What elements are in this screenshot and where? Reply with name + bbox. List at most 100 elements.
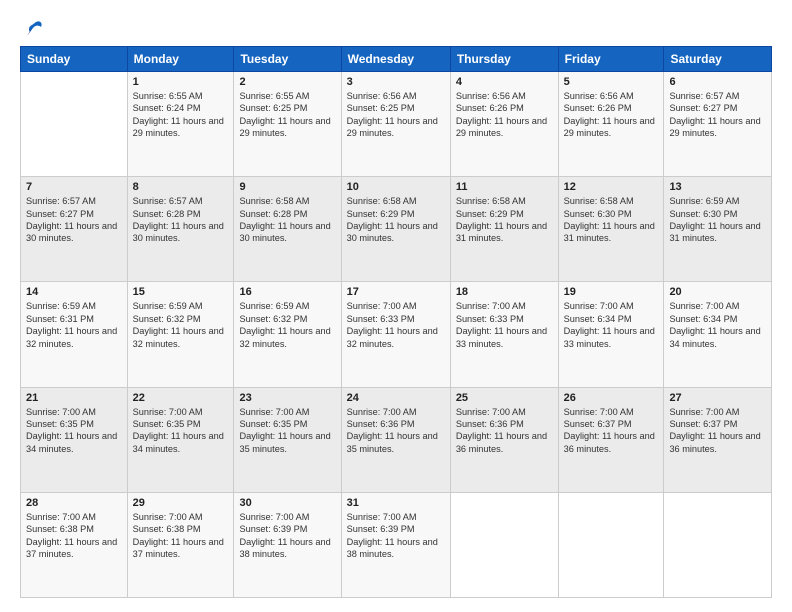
week-row-5: 28 Sunrise: 7:00 AMSunset: 6:38 PMDayligh… bbox=[21, 492, 772, 597]
table-row: 30Sunrise: 7:00 AMSunset: 6:39 PMDayligh… bbox=[234, 492, 341, 597]
day-number: 21 bbox=[26, 392, 122, 404]
day-number: 6 bbox=[669, 76, 766, 88]
table-row: 1Sunrise: 6:55 AMSunset: 6:24 PMDaylight… bbox=[127, 72, 234, 177]
day-number: 15 bbox=[133, 286, 229, 298]
day-number: 18 bbox=[456, 286, 553, 298]
day-number: 25 bbox=[456, 392, 553, 404]
day-number: 4 bbox=[456, 76, 553, 88]
table-row: 13 Sunrise: 6:59 AMSunset: 6:30 PMDayligh… bbox=[664, 177, 772, 282]
cell-content: Sunrise: 7:00 AMSunset: 6:37 PMDaylight:… bbox=[564, 406, 659, 456]
cell-content: Sunrise: 7:00 AMSunset: 6:34 PMDaylight:… bbox=[564, 300, 659, 350]
table-row: 4 Sunrise: 6:56 AMSunset: 6:26 PMDaylight… bbox=[450, 72, 558, 177]
day-number: 8 bbox=[133, 181, 229, 193]
cell-content: Sunrise: 7:00 AMSunset: 6:39 PMDaylight:… bbox=[239, 511, 335, 561]
table-row: 15 Sunrise: 6:59 AMSunset: 6:32 PMDayligh… bbox=[127, 282, 234, 387]
cell-content: Sunrise: 7:00 AMSunset: 6:35 PMDaylight:… bbox=[26, 406, 122, 456]
table-row: 22 Sunrise: 7:00 AMSunset: 6:35 PMDayligh… bbox=[127, 387, 234, 492]
table-row bbox=[21, 72, 128, 177]
table-row: 14 Sunrise: 6:59 AMSunset: 6:31 PMDayligh… bbox=[21, 282, 128, 387]
day-number: 26 bbox=[564, 392, 659, 404]
cell-content: Sunrise: 7:00 AMSunset: 6:35 PMDaylight:… bbox=[133, 406, 229, 456]
col-thursday: Thursday bbox=[450, 47, 558, 72]
table-row: 28 Sunrise: 7:00 AMSunset: 6:38 PMDayligh… bbox=[21, 492, 128, 597]
cell-content: Sunrise: 6:58 AMSunset: 6:29 PMDaylight:… bbox=[456, 195, 553, 245]
day-number: 5 bbox=[564, 76, 659, 88]
page: Sunday Monday Tuesday Wednesday Thursday… bbox=[0, 0, 792, 612]
cell-content: Sunrise: 6:58 AMSunset: 6:30 PMDaylight:… bbox=[564, 195, 659, 245]
table-row: 3 Sunrise: 6:56 AMSunset: 6:25 PMDaylight… bbox=[341, 72, 450, 177]
day-number: 10 bbox=[347, 181, 445, 193]
col-wednesday: Wednesday bbox=[341, 47, 450, 72]
cell-content: Sunrise: 7:00 AMSunset: 6:33 PMDaylight:… bbox=[347, 300, 445, 350]
col-monday: Monday bbox=[127, 47, 234, 72]
cell-content: Sunrise: 7:00 AMSunset: 6:36 PMDaylight:… bbox=[347, 406, 445, 456]
day-number: 24 bbox=[347, 392, 445, 404]
cell-content: Sunrise: 7:00 AMSunset: 6:33 PMDaylight:… bbox=[456, 300, 553, 350]
header bbox=[20, 18, 772, 36]
logo-bird-icon bbox=[22, 18, 44, 40]
cell-content: Sunrise: 6:59 AMSunset: 6:32 PMDaylight:… bbox=[239, 300, 335, 350]
header-row: Sunday Monday Tuesday Wednesday Thursday… bbox=[21, 47, 772, 72]
table-row: 26 Sunrise: 7:00 AMSunset: 6:37 PMDayligh… bbox=[558, 387, 664, 492]
col-friday: Friday bbox=[558, 47, 664, 72]
cell-content: Sunrise: 6:57 AMSunset: 6:27 PMDaylight:… bbox=[669, 90, 766, 140]
cell-content: Sunrise: 6:55 AMSunset: 6:25 PMDaylight:… bbox=[239, 90, 335, 140]
cell-content: Sunrise: 6:59 AMSunset: 6:31 PMDaylight:… bbox=[26, 300, 122, 350]
cell-content: Sunrise: 6:57 AMSunset: 6:28 PMDaylight:… bbox=[133, 195, 229, 245]
day-number: 17 bbox=[347, 286, 445, 298]
table-row: 11 Sunrise: 6:58 AMSunset: 6:29 PMDayligh… bbox=[450, 177, 558, 282]
week-row-1: 1Sunrise: 6:55 AMSunset: 6:24 PMDaylight… bbox=[21, 72, 772, 177]
table-row: 25 Sunrise: 7:00 AMSunset: 6:36 PMDayligh… bbox=[450, 387, 558, 492]
week-row-3: 14 Sunrise: 6:59 AMSunset: 6:31 PMDayligh… bbox=[21, 282, 772, 387]
cell-content: Sunrise: 6:59 AMSunset: 6:30 PMDaylight:… bbox=[669, 195, 766, 245]
cell-content: Sunrise: 6:56 AMSunset: 6:25 PMDaylight:… bbox=[347, 90, 445, 140]
table-row: 21 Sunrise: 7:00 AMSunset: 6:35 PMDayligh… bbox=[21, 387, 128, 492]
day-number: 13 bbox=[669, 181, 766, 193]
day-number: 28 bbox=[26, 497, 122, 509]
cell-content: Sunrise: 6:56 AMSunset: 6:26 PMDaylight:… bbox=[564, 90, 659, 140]
table-row: 18 Sunrise: 7:00 AMSunset: 6:33 PMDayligh… bbox=[450, 282, 558, 387]
cell-content: Sunrise: 6:59 AMSunset: 6:32 PMDaylight:… bbox=[133, 300, 229, 350]
table-row bbox=[664, 492, 772, 597]
cell-content: Sunrise: 7:00 AMSunset: 6:38 PMDaylight:… bbox=[26, 511, 122, 561]
table-row: 20Sunrise: 7:00 AMSunset: 6:34 PMDayligh… bbox=[664, 282, 772, 387]
table-row bbox=[450, 492, 558, 597]
week-row-2: 7Sunrise: 6:57 AMSunset: 6:27 PMDaylight… bbox=[21, 177, 772, 282]
day-number: 16 bbox=[239, 286, 335, 298]
cell-content: Sunrise: 7:00 AMSunset: 6:37 PMDaylight:… bbox=[669, 406, 766, 456]
cell-content: Sunrise: 7:00 AMSunset: 6:35 PMDaylight:… bbox=[239, 406, 335, 456]
table-row: 27 Sunrise: 7:00 AMSunset: 6:37 PMDayligh… bbox=[664, 387, 772, 492]
table-row: 9 Sunrise: 6:58 AMSunset: 6:28 PMDaylight… bbox=[234, 177, 341, 282]
day-number: 22 bbox=[133, 392, 229, 404]
table-row: 10Sunrise: 6:58 AMSunset: 6:29 PMDayligh… bbox=[341, 177, 450, 282]
day-number: 3 bbox=[347, 76, 445, 88]
table-row: 5 Sunrise: 6:56 AMSunset: 6:26 PMDaylight… bbox=[558, 72, 664, 177]
table-row: 23 Sunrise: 7:00 AMSunset: 6:35 PMDayligh… bbox=[234, 387, 341, 492]
cell-content: Sunrise: 6:56 AMSunset: 6:26 PMDaylight:… bbox=[456, 90, 553, 140]
day-number: 19 bbox=[564, 286, 659, 298]
cell-content: Sunrise: 7:00 AMSunset: 6:38 PMDaylight:… bbox=[133, 511, 229, 561]
cell-content: Sunrise: 7:00 AMSunset: 6:36 PMDaylight:… bbox=[456, 406, 553, 456]
day-number: 12 bbox=[564, 181, 659, 193]
day-number: 31 bbox=[347, 497, 445, 509]
table-row: 8 Sunrise: 6:57 AMSunset: 6:28 PMDaylight… bbox=[127, 177, 234, 282]
cell-content: Sunrise: 6:57 AMSunset: 6:27 PMDaylight:… bbox=[26, 195, 122, 245]
table-row: 29 Sunrise: 7:00 AMSunset: 6:38 PMDayligh… bbox=[127, 492, 234, 597]
cell-content: Sunrise: 7:00 AMSunset: 6:34 PMDaylight:… bbox=[669, 300, 766, 350]
day-number: 27 bbox=[669, 392, 766, 404]
table-row: 19 Sunrise: 7:00 AMSunset: 6:34 PMDayligh… bbox=[558, 282, 664, 387]
table-row: 2 Sunrise: 6:55 AMSunset: 6:25 PMDaylight… bbox=[234, 72, 341, 177]
day-number: 11 bbox=[456, 181, 553, 193]
cell-content: Sunrise: 7:00 AMSunset: 6:39 PMDaylight:… bbox=[347, 511, 445, 561]
table-row: 16 Sunrise: 6:59 AMSunset: 6:32 PMDayligh… bbox=[234, 282, 341, 387]
table-row bbox=[558, 492, 664, 597]
day-number: 23 bbox=[239, 392, 335, 404]
table-row: 24 Sunrise: 7:00 AMSunset: 6:36 PMDayligh… bbox=[341, 387, 450, 492]
day-number: 14 bbox=[26, 286, 122, 298]
day-number: 9 bbox=[239, 181, 335, 193]
col-saturday: Saturday bbox=[664, 47, 772, 72]
day-number: 29 bbox=[133, 497, 229, 509]
day-number: 2 bbox=[239, 76, 335, 88]
table-row: 7Sunrise: 6:57 AMSunset: 6:27 PMDaylight… bbox=[21, 177, 128, 282]
cell-content: Sunrise: 6:58 AMSunset: 6:28 PMDaylight:… bbox=[239, 195, 335, 245]
